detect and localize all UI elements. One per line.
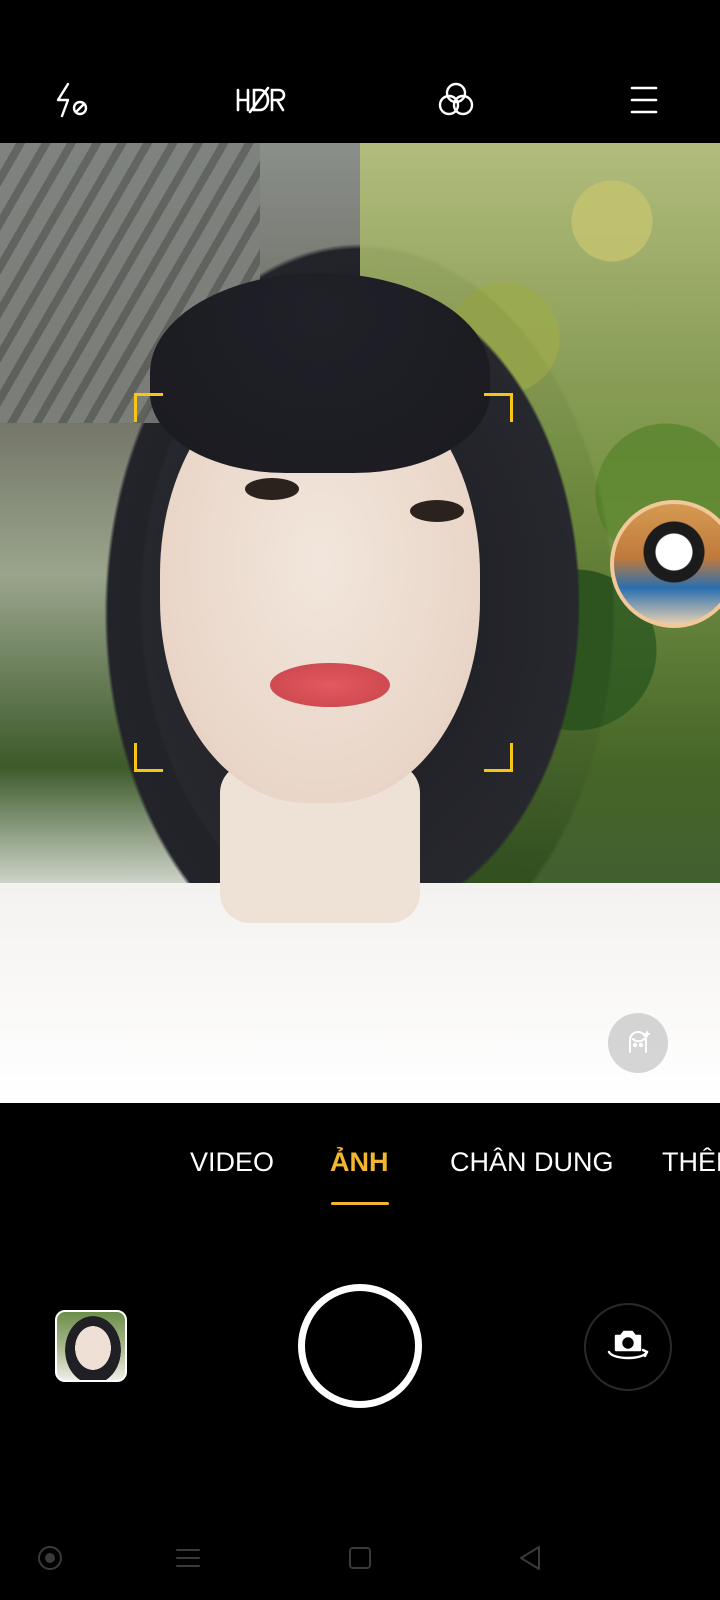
settings-menu-button[interactable] <box>604 60 684 140</box>
shutter-button[interactable] <box>298 1284 422 1408</box>
beauty-face-icon <box>629 1031 650 1053</box>
gallery-thumbnail[interactable] <box>55 1310 127 1382</box>
mode-portrait[interactable]: CHÂN DUNG <box>450 1140 614 1184</box>
recents-button[interactable] <box>164 1534 212 1582</box>
subject-left-eye <box>245 478 299 500</box>
focus-corner-top-right <box>484 393 513 422</box>
active-mode-indicator <box>331 1202 389 1205</box>
assist-dot-icon <box>38 1546 62 1570</box>
flash-off-icon <box>56 82 88 118</box>
focus-corner-top-left <box>134 393 163 422</box>
camera-mode-selector: VIDEO ẢNH CHÂN DUNG THÊM <box>0 1140 720 1210</box>
mode-photo[interactable]: ẢNH <box>330 1140 389 1184</box>
camera-viewfinder[interactable] <box>0 143 720 1103</box>
filter-button[interactable] <box>416 60 496 140</box>
menu-icon <box>630 86 658 114</box>
subject-lips <box>270 663 390 707</box>
focus-corner-bottom-left <box>134 743 163 772</box>
subject-fringe <box>150 273 490 473</box>
home-button[interactable] <box>336 1534 384 1582</box>
system-navigation-bar <box>0 1520 720 1590</box>
mode-video[interactable]: VIDEO <box>190 1140 274 1184</box>
flash-toggle-button[interactable] <box>32 60 112 140</box>
beauty-mode-button[interactable] <box>608 1013 668 1073</box>
home-icon <box>349 1547 371 1569</box>
switch-camera-button[interactable] <box>584 1303 672 1391</box>
switch-camera-icon <box>607 1330 649 1360</box>
subject-right-eye <box>410 500 464 522</box>
hdr-toggle-button[interactable] <box>222 60 302 140</box>
recents-icon <box>176 1549 200 1567</box>
filter-icon <box>438 82 474 116</box>
camera-screen: VIDEO ẢNH CHÂN DUNG THÊM <box>0 0 720 1600</box>
back-icon <box>520 1546 540 1570</box>
assistant-button[interactable] <box>26 1534 74 1582</box>
focus-corner-bottom-right <box>484 743 513 772</box>
hdr-off-icon <box>236 86 286 114</box>
mode-more[interactable]: THÊM <box>662 1140 720 1184</box>
top-toolbar <box>0 60 720 140</box>
back-button[interactable] <box>506 1534 554 1582</box>
